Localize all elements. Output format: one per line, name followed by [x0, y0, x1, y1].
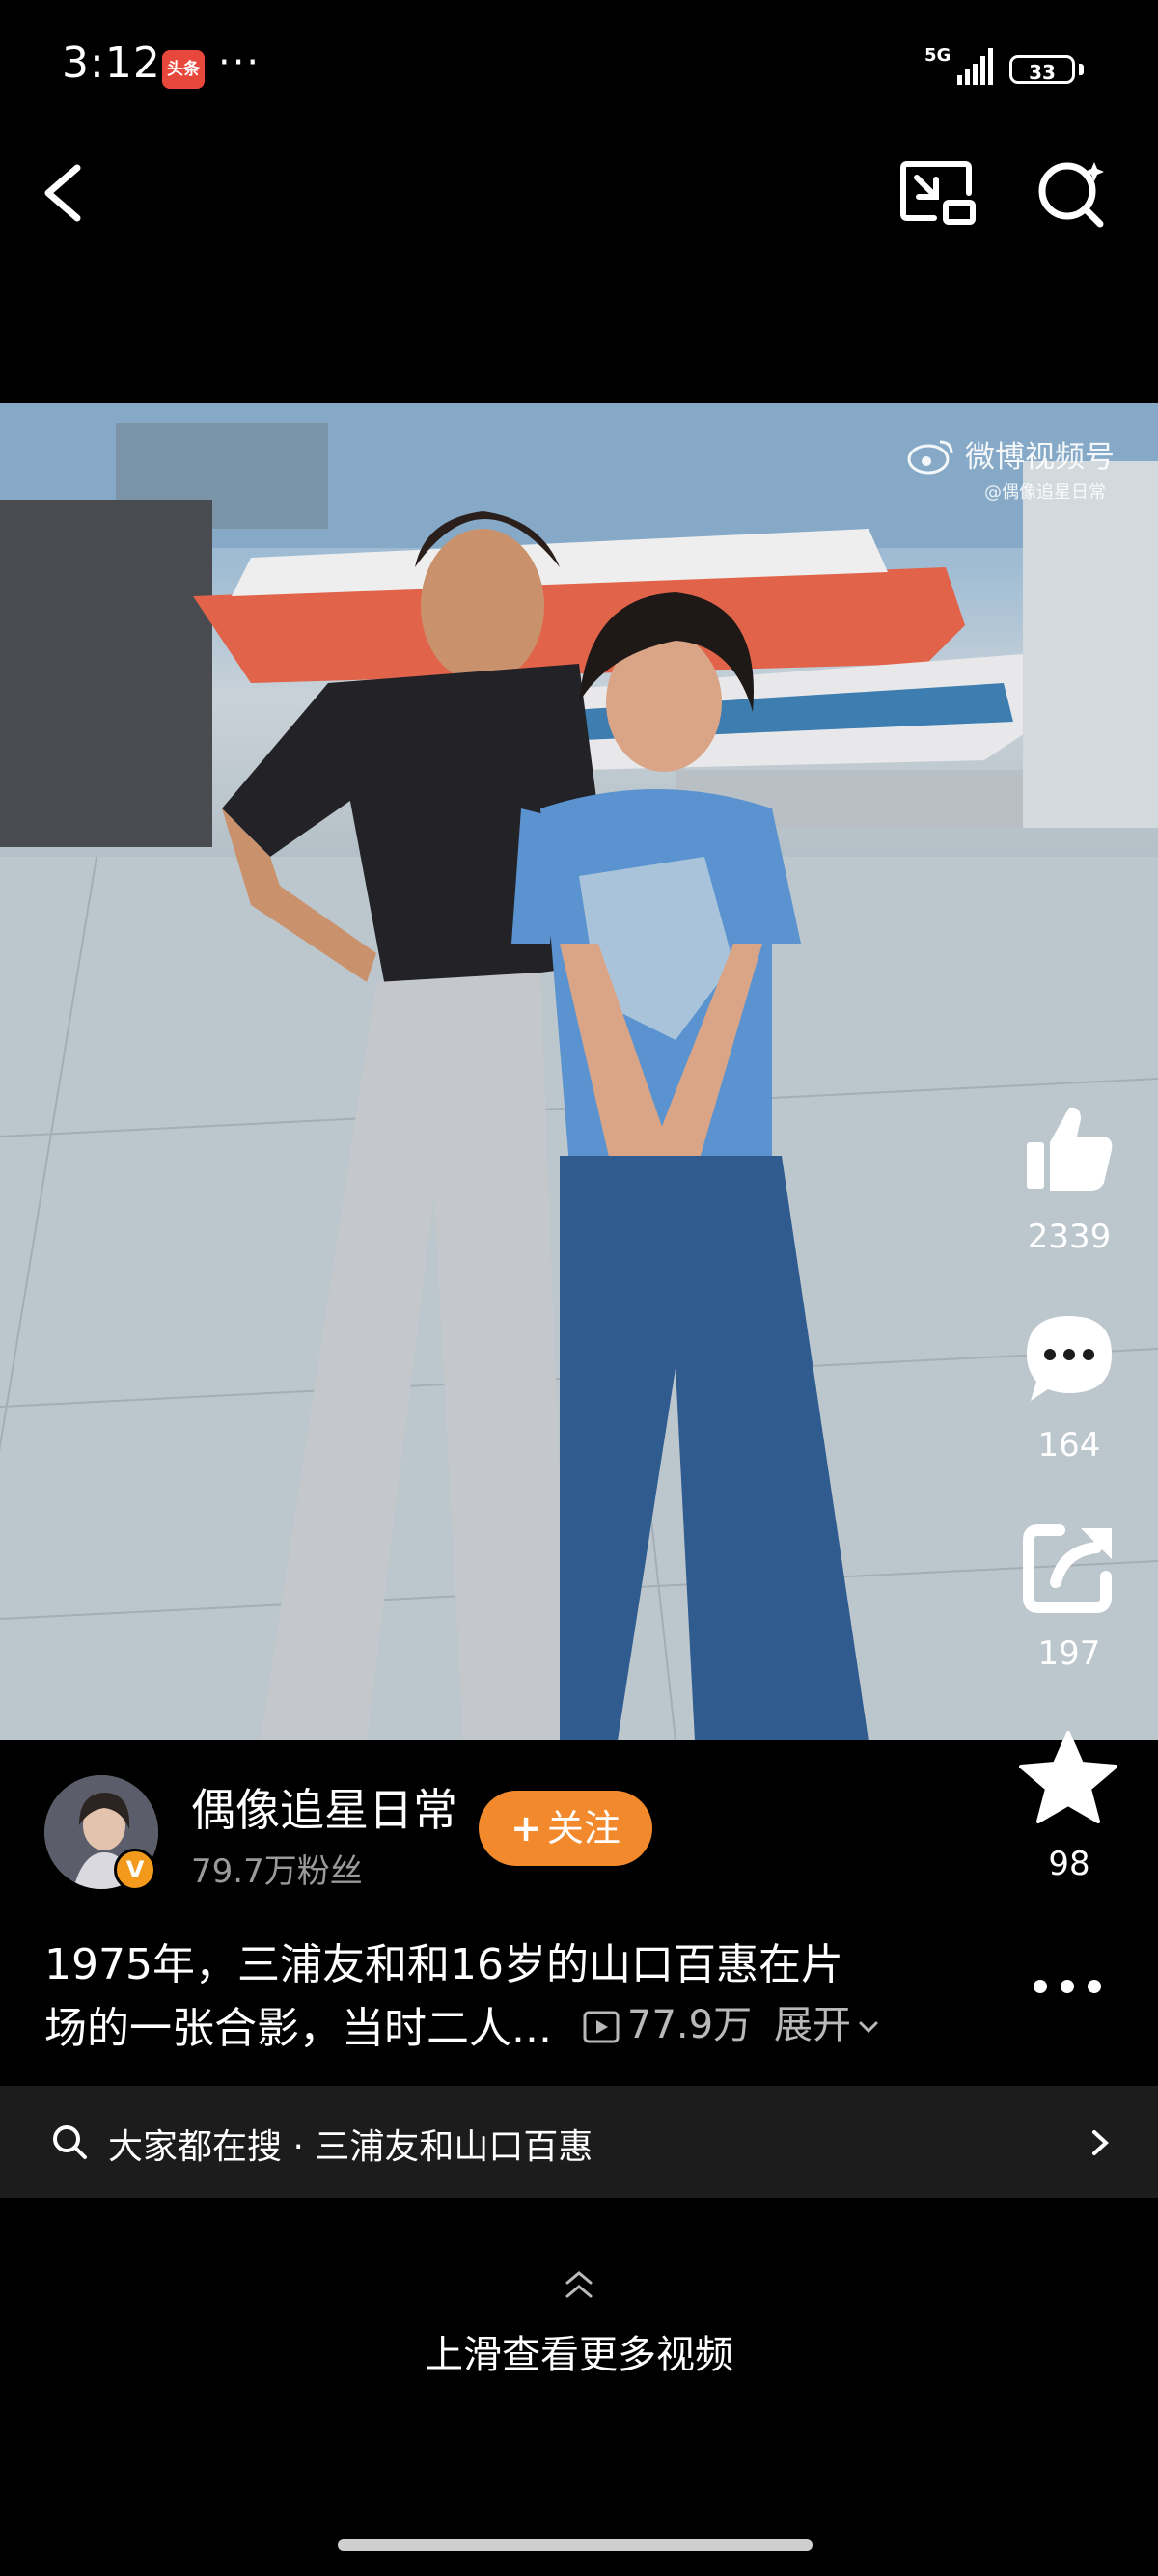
chevron-down-icon	[859, 2021, 878, 2034]
search-icon	[53, 2125, 87, 2159]
like-count: 2339	[1027, 1218, 1112, 1256]
battery-cap	[1079, 64, 1084, 75]
view-count: 77.9万	[583, 1993, 752, 2049]
video-frame-illustration	[0, 403, 1158, 1740]
status-more-icon: ···	[218, 41, 262, 85]
expand-label: 展开	[774, 2003, 851, 2047]
picture-in-picture-button[interactable]	[897, 154, 980, 232]
comment-count: 164	[1037, 1426, 1101, 1465]
follower-count: 79.7万粉丝	[191, 1852, 363, 1891]
back-button[interactable]	[35, 154, 93, 232]
caption-line-2: 场的一张合影，当时二人...	[44, 2004, 552, 2053]
toutiao-app-icon: 头条	[162, 50, 205, 89]
like-icon[interactable]	[1021, 1100, 1117, 1196]
author-name[interactable]: 偶像追星日常	[191, 1775, 457, 1839]
video-watermark-author: @偶像追星日常	[984, 482, 1106, 503]
network-type: 5G	[924, 45, 951, 66]
status-time: 3:12	[62, 39, 161, 88]
plus-icon: +	[510, 1807, 541, 1850]
follow-button[interactable]: + 关注	[479, 1791, 652, 1866]
share-count: 197	[1037, 1634, 1101, 1673]
play-count-icon	[583, 2011, 620, 2043]
share-icon[interactable]	[1021, 1519, 1117, 1615]
home-indicator[interactable]	[338, 2539, 813, 2551]
caption-line-1: 1975年，三浦友和和16岁的山口百惠在片	[44, 1940, 843, 1989]
weibo-logo-icon	[907, 440, 953, 475]
favorite-count: 98	[1048, 1845, 1090, 1883]
chevron-right-icon	[1092, 2130, 1109, 2155]
double-chevron-up-icon	[565, 2271, 593, 2298]
swipe-up-hint: 上滑查看更多视频	[425, 2333, 733, 2377]
search-suggestion-text[interactable]: 大家都在搜 · 三浦友和山口百惠	[108, 2119, 593, 2169]
favorite-star-icon[interactable]	[1015, 1727, 1121, 1833]
more-options-icon[interactable]	[1027, 1962, 1108, 2011]
verified-badge: V	[114, 1849, 156, 1891]
battery-icon: 33	[1009, 55, 1075, 84]
video-watermark: 微博视频号	[965, 440, 1115, 475]
follow-label: 关注	[546, 1807, 620, 1850]
view-count-value: 77.9万	[627, 2003, 753, 2047]
expand-caption-button[interactable]: 展开	[774, 1993, 882, 2049]
search-icon[interactable]	[1031, 154, 1114, 232]
comment-icon[interactable]	[1021, 1310, 1117, 1407]
signal-icon	[957, 48, 993, 85]
video-player[interactable]	[0, 403, 1158, 1740]
